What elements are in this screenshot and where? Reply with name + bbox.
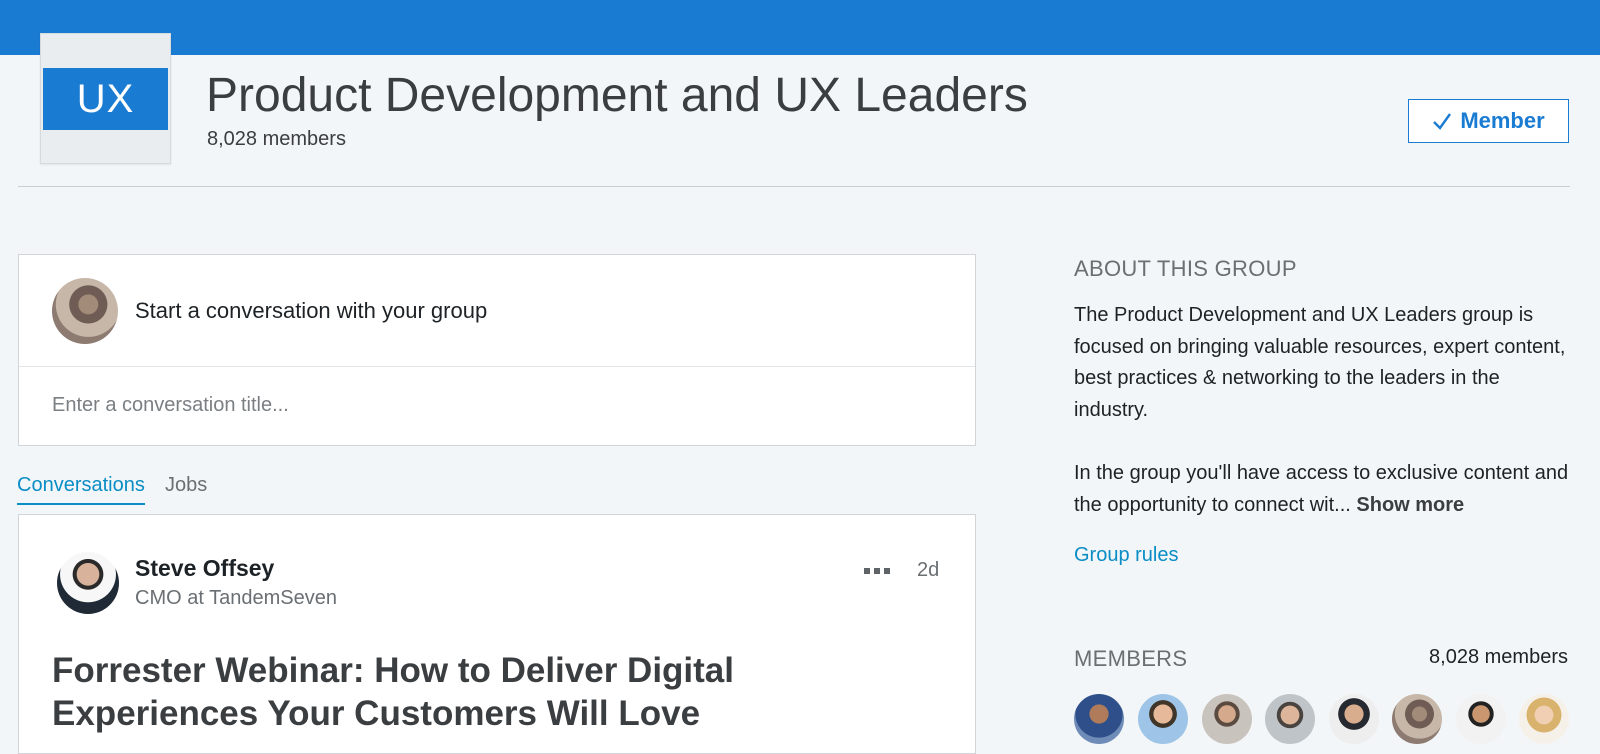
group-logo: UX: [40, 33, 171, 164]
header-divider: [18, 186, 1570, 187]
group-logo-text: UX: [43, 68, 168, 130]
tab-jobs[interactable]: Jobs: [165, 474, 207, 497]
avatar[interactable]: [1392, 694, 1442, 744]
avatar[interactable]: [1202, 694, 1252, 744]
more-options-icon[interactable]: [864, 563, 896, 579]
conversation-post: Steve Offsey CMO at TandemSeven 2d Forre…: [18, 514, 976, 754]
about-description: The Product Development and UX Leaders g…: [1074, 304, 1566, 421]
avatar[interactable]: [1456, 694, 1506, 744]
top-banner: [0, 0, 1600, 55]
checkmark-icon: [1433, 113, 1452, 130]
post-age: 2d: [917, 559, 940, 581]
avatar[interactable]: [1519, 694, 1569, 744]
show-more-link[interactable]: Show more: [1356, 494, 1464, 516]
members-heading: MEMBERS: [1074, 646, 1188, 671]
tab-conversations[interactable]: Conversations: [17, 474, 145, 505]
composer-divider: [19, 366, 975, 367]
avatar[interactable]: [1329, 694, 1379, 744]
user-avatar: [52, 278, 118, 344]
group-title: Product Development and UX Leaders: [206, 69, 1028, 122]
about-description-more: In the group you'll have access to exclu…: [1074, 458, 1574, 521]
about-heading: ABOUT THIS GROUP: [1074, 256, 1297, 281]
avatar[interactable]: [1265, 694, 1315, 744]
conversation-composer: Start a conversation with your group: [18, 254, 976, 446]
composer-prompt[interactable]: Start a conversation with your group: [135, 298, 487, 324]
about-description-truncated: In the group you'll have access to exclu…: [1074, 462, 1569, 516]
avatar[interactable]: [1074, 694, 1124, 744]
group-member-count: 8,028 members: [207, 128, 346, 150]
post-title[interactable]: Forrester Webinar: How to Deliver Digita…: [52, 649, 912, 735]
member-button[interactable]: Member: [1408, 99, 1569, 143]
author-title: CMO at TandemSeven: [135, 587, 337, 609]
avatar[interactable]: [1138, 694, 1188, 744]
members-count[interactable]: 8,028 members: [1429, 646, 1568, 669]
conversation-title-input[interactable]: [52, 385, 932, 425]
member-button-label: Member: [1460, 108, 1545, 133]
author-avatar[interactable]: [57, 552, 119, 614]
group-rules-link[interactable]: Group rules: [1074, 544, 1179, 567]
author-name[interactable]: Steve Offsey: [135, 555, 274, 582]
